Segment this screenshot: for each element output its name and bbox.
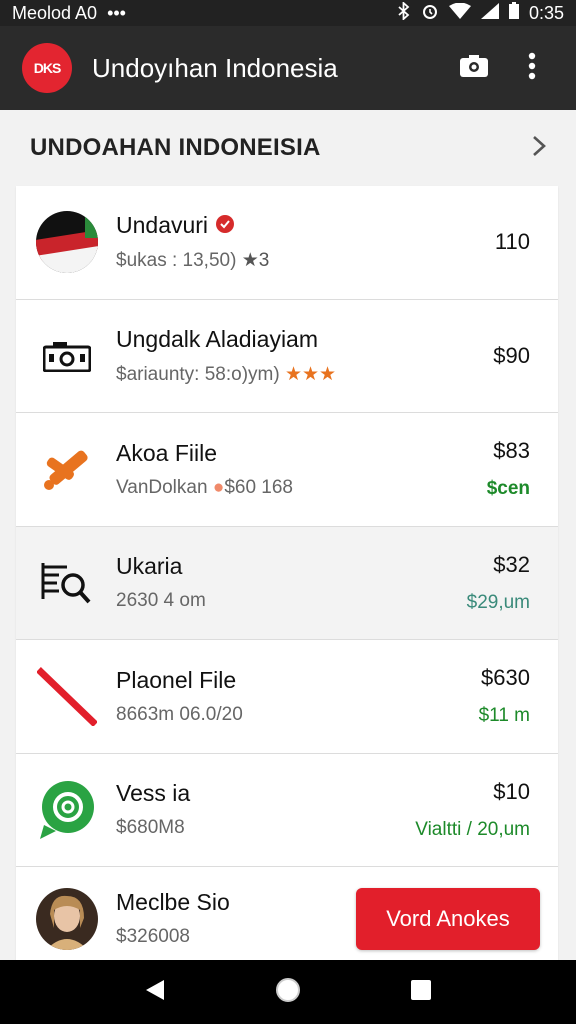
section-header[interactable]: UNDOAHAN INDONEISIA xyxy=(0,110,576,186)
chevron-right-icon[interactable] xyxy=(532,133,546,164)
home-icon[interactable] xyxy=(274,976,302,1009)
item-subtitle: $ukas : 13,50) xyxy=(116,250,237,272)
signal-icon xyxy=(480,2,499,24)
search-document-icon xyxy=(34,550,100,616)
flag-avatar-icon xyxy=(34,209,100,275)
list-item[interactable]: Undavuri $ukas : 13,50) ★3 110 xyxy=(16,186,558,300)
item-name: Vess ia xyxy=(116,780,191,807)
slash-icon xyxy=(34,663,100,729)
tools-icon xyxy=(34,436,100,502)
app-logo[interactable]: DKS xyxy=(22,43,72,93)
item-name: Akoa Fiile xyxy=(116,439,217,466)
item-sub-value: $cen xyxy=(486,478,530,500)
item-subtitle: $680M8 xyxy=(116,817,185,839)
item-subtitle: $326008 xyxy=(116,926,190,947)
section-title: UNDOAHAN INDONEISIA xyxy=(30,134,321,161)
clock: 0:35 xyxy=(528,2,564,23)
logo-text: DKS xyxy=(33,60,62,76)
chat-bubble-icon xyxy=(34,777,100,843)
item-list: Undavuri $ukas : 13,50) ★3 110 Ungdalk A… xyxy=(16,186,558,971)
item-value: $32 xyxy=(493,551,530,577)
item-sub-value: $29,um xyxy=(466,591,530,613)
item-subtitle: 8663m 06.0/20 xyxy=(116,703,243,725)
status-carrier: Meolod A0 xyxy=(12,2,98,23)
more-button[interactable] xyxy=(510,46,554,90)
item-value: 110 xyxy=(494,229,530,255)
rating-digit: 3 xyxy=(258,250,270,272)
battery-icon xyxy=(508,2,519,24)
list-item[interactable]: Plaonel File 8663m 06.0/20 $630 $11 m xyxy=(16,640,558,754)
item-name: Meclbe Sio xyxy=(116,889,230,915)
app-bar: DKS Undoyıhan Indonesia xyxy=(0,26,576,110)
recents-icon[interactable] xyxy=(410,979,432,1006)
list-item[interactable]: Akoa Fiile VanDolkan ●$60 168 $83 $cen xyxy=(16,413,558,527)
camera-icon xyxy=(460,54,488,82)
system-nav-bar xyxy=(0,960,576,1024)
item-name: Undavuri xyxy=(116,212,209,239)
verified-badge-icon xyxy=(216,212,235,239)
back-icon[interactable] xyxy=(144,978,166,1007)
item-subtitle: $ariaunty: 58:o)ym) xyxy=(116,363,280,385)
item-sub-value: $11 m xyxy=(478,705,530,727)
item-subtitle: 2630 4 om xyxy=(116,590,206,612)
list-item[interactable]: Vess ia $680M8 $10 Vialtti / 20,um xyxy=(16,753,558,867)
camera-icon xyxy=(34,323,100,389)
item-subtitle-extra: $60 168 xyxy=(224,476,293,498)
item-value: $630 xyxy=(481,665,530,691)
star-rating-icon: ★★★ xyxy=(284,363,337,385)
wifi-icon xyxy=(448,2,471,24)
item-name: Plaonel File xyxy=(116,666,237,693)
list-item[interactable]: Ukaria 2630 4 om $32 $29,um xyxy=(16,526,558,640)
item-value: $10 xyxy=(493,778,530,804)
item-value: $90 xyxy=(493,342,530,368)
list-item[interactable]: Ungdalk Aladiayiam $ariaunty: 58:o)ym) ★… xyxy=(16,299,558,413)
avatar xyxy=(34,886,100,952)
item-value: $83 xyxy=(493,438,530,464)
notification-dots: ••• xyxy=(107,2,126,23)
item-name: Ungdalk Aladiayiam xyxy=(116,325,319,352)
item-sub-value: Vialtti / 20,um xyxy=(415,818,530,840)
action-button[interactable]: Vord Anokes xyxy=(356,887,540,950)
more-vert-icon xyxy=(528,52,536,85)
app-title: Undoyıhan Indonesia xyxy=(92,52,338,83)
bluetooth-icon xyxy=(397,0,411,25)
alarm-icon xyxy=(421,2,439,25)
list-item[interactable]: Meclbe Sio $326008 Vord Anokes xyxy=(16,867,558,971)
coin-icon: ● xyxy=(212,476,225,498)
item-name: Ukaria xyxy=(116,553,183,580)
status-bar: Meolod A0 ••• 0:35 xyxy=(0,0,576,26)
camera-button[interactable] xyxy=(452,46,496,90)
star-rating-icon: ★ xyxy=(241,250,259,272)
item-subtitle: VanDolkan xyxy=(116,476,208,498)
